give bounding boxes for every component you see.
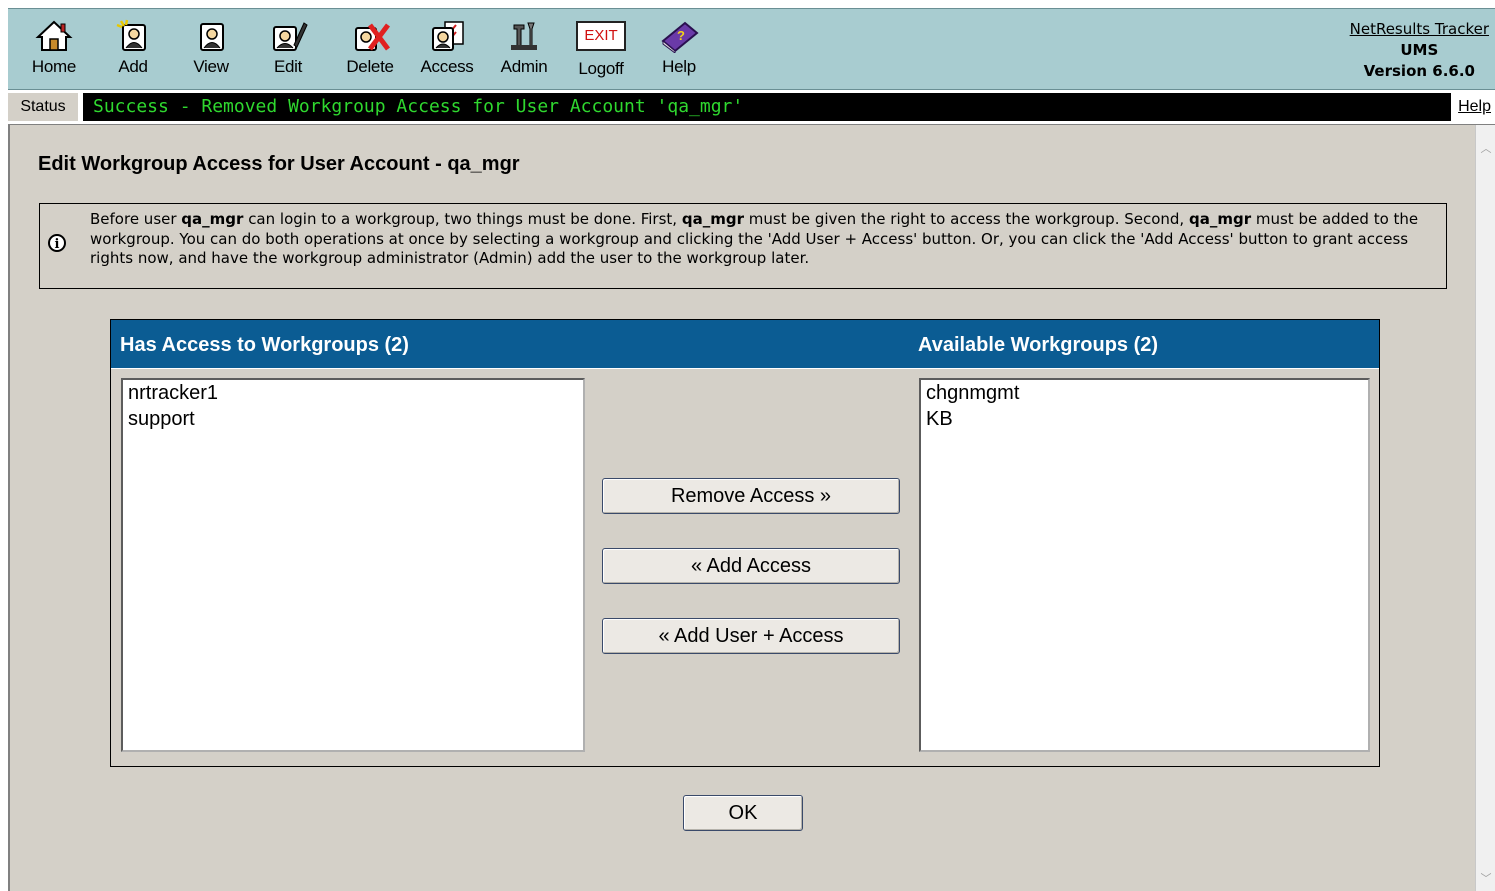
info-text-part: can login to a workgroup, two things mus… bbox=[243, 210, 682, 228]
list-item[interactable]: support bbox=[123, 406, 583, 432]
app-frame: Home Add View Edit Delete Access Admin E… bbox=[8, 8, 1495, 891]
brand-link[interactable]: NetResults Tracker bbox=[1350, 19, 1489, 40]
info-text-part: Before user bbox=[90, 210, 182, 228]
has-access-listbox[interactable]: nrtracker1 support bbox=[121, 378, 585, 752]
help-button[interactable]: ? Help bbox=[643, 19, 715, 85]
remove-access-button[interactable]: Remove Access » bbox=[602, 478, 900, 514]
logoff-button[interactable]: EXIT Logoff bbox=[565, 19, 637, 85]
help-label: Help bbox=[662, 57, 696, 76]
view-user-icon bbox=[200, 23, 224, 51]
scroll-down-icon[interactable]: ﹀ bbox=[1478, 871, 1494, 887]
access-user-icon bbox=[432, 21, 464, 51]
content-area: Edit Workgroup Access for User Account -… bbox=[8, 125, 1477, 891]
vertical-scrollbar[interactable]: ︿ ﹀ bbox=[1475, 125, 1495, 891]
add-user-icon bbox=[116, 19, 146, 51]
admin-button[interactable]: Admin bbox=[488, 19, 560, 85]
add-access-button[interactable]: « Add Access bbox=[602, 548, 900, 584]
svg-text:?: ? bbox=[677, 28, 685, 43]
logoff-label: Logoff bbox=[578, 59, 624, 78]
list-item[interactable]: nrtracker1 bbox=[123, 380, 583, 406]
info-username: qa_mgr bbox=[181, 210, 244, 228]
add-user-access-button[interactable]: « Add User + Access bbox=[602, 618, 900, 654]
help-book-icon: ? bbox=[661, 21, 699, 53]
info-username: qa_mgr bbox=[1188, 210, 1252, 228]
available-header: Available Workgroups (2) bbox=[918, 334, 1159, 356]
edit-user-icon bbox=[273, 22, 308, 51]
delete-button[interactable]: Delete bbox=[334, 19, 406, 85]
add-button[interactable]: Add bbox=[97, 19, 169, 85]
access-button[interactable]: Access bbox=[411, 19, 483, 85]
status-bar: Status Success - Removed Workgroup Acces… bbox=[8, 90, 1495, 125]
exit-icon: EXIT bbox=[576, 21, 626, 51]
admin-label: Admin bbox=[500, 57, 548, 76]
info-box: i Before user qa_mgr can login to a work… bbox=[39, 203, 1447, 289]
available-listbox[interactable]: chgnmgmt KB bbox=[919, 378, 1370, 752]
workgroup-panel: Has Access to Workgroups (2) Available W… bbox=[110, 319, 1380, 767]
info-icon: i bbox=[48, 234, 66, 252]
status-help-link[interactable]: Help bbox=[1458, 93, 1491, 121]
scroll-up-icon[interactable]: ︿ bbox=[1478, 141, 1494, 157]
delete-user-icon bbox=[355, 23, 390, 51]
admin-tools-icon bbox=[511, 22, 537, 50]
delete-label: Delete bbox=[346, 57, 394, 76]
edit-button[interactable]: Edit bbox=[252, 19, 324, 85]
status-label: Status bbox=[8, 93, 78, 121]
list-item[interactable]: KB bbox=[921, 406, 1368, 432]
panel-header: Has Access to Workgroups (2) Available W… bbox=[111, 320, 1379, 369]
home-button[interactable]: Home bbox=[18, 19, 90, 85]
brand-product: UMS bbox=[1400, 41, 1439, 59]
status-message: Success - Removed Workgroup Access for U… bbox=[83, 93, 1451, 121]
view-button[interactable]: View bbox=[175, 19, 247, 85]
info-text-part: must be given the right to access the wo… bbox=[743, 210, 1189, 228]
ok-button[interactable]: OK bbox=[683, 795, 803, 831]
home-icon bbox=[35, 20, 73, 51]
add-label: Add bbox=[118, 57, 148, 76]
list-item[interactable]: chgnmgmt bbox=[921, 380, 1368, 406]
home-label: Home bbox=[31, 57, 77, 76]
view-label: View bbox=[193, 57, 229, 76]
brand-block: NetResults Tracker UMS Version 6.6.0 bbox=[1350, 19, 1489, 82]
brand-version: Version 6.6.0 bbox=[1363, 62, 1475, 80]
info-text: Before user qa_mgr can login to a workgr… bbox=[90, 210, 1440, 269]
toolbar: Home Add View Edit Delete Access Admin E… bbox=[8, 8, 1495, 90]
has-access-header: Has Access to Workgroups (2) bbox=[120, 334, 409, 356]
info-username: qa_mgr bbox=[681, 210, 744, 228]
edit-label: Edit bbox=[273, 57, 303, 76]
access-label: Access bbox=[420, 57, 474, 76]
page-title: Edit Workgroup Access for User Account -… bbox=[38, 153, 520, 175]
